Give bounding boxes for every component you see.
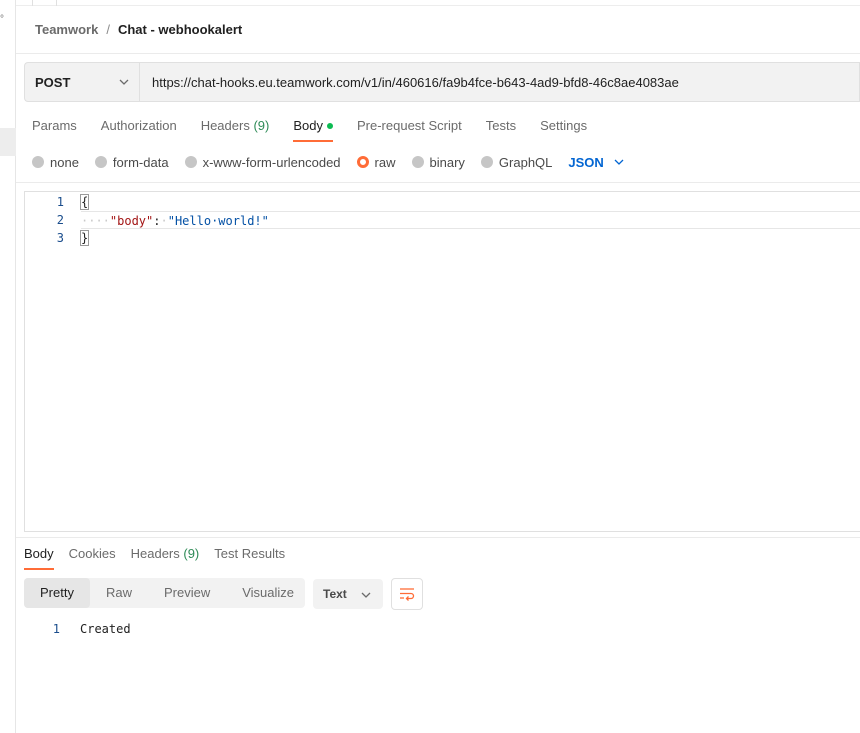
divider (16, 537, 860, 538)
method-label: POST (35, 74, 71, 90)
option-label: GraphQL (498, 154, 553, 170)
line-number: 3 (56, 231, 64, 245)
tab-divider (56, 0, 57, 6)
response-text: Created (80, 622, 131, 636)
tab-divider (32, 0, 33, 6)
chevron-down-icon (119, 79, 129, 85)
tab-prerequest-script[interactable]: Pre-request Script (357, 116, 462, 142)
body-modified-dot-icon (326, 122, 333, 129)
json-key: "body" (109, 214, 154, 228)
tab-label: Cookies (68, 546, 116, 561)
tab-tests[interactable]: Tests (486, 116, 516, 142)
tab-params[interactable]: Params (32, 116, 77, 142)
tab-label: Params (32, 118, 77, 133)
tab-label: Authorization (100, 118, 177, 133)
headers-count: (9) (253, 118, 270, 133)
request-name[interactable]: Chat - webhookalert (118, 22, 242, 37)
radio-icon (480, 156, 493, 168)
line-number: 1 (56, 195, 64, 209)
line-gutter: 1 2 3 (25, 193, 69, 247)
tab-strip (16, 0, 860, 6)
rail-collapse-icon[interactable]: ° (0, 14, 4, 25)
radio-checked-icon (356, 156, 369, 168)
view-visualize-button[interactable]: Visualize (226, 578, 310, 608)
breadcrumb-separator: / (106, 21, 110, 37)
open-brace: { (79, 194, 90, 210)
body-editor[interactable]: 1 2 3 { ····"body":·"Hello·world!" } (24, 191, 860, 532)
radio-icon (184, 156, 197, 168)
json-value: "Hello·world!" (167, 214, 269, 228)
tab-label: Pre-request Script (356, 118, 462, 133)
radio-icon (94, 156, 107, 168)
response-view-toggle: Pretty Raw Preview Visualize (24, 578, 305, 608)
wrap-lines-button[interactable] (391, 578, 423, 610)
json-colon: : (153, 214, 161, 228)
response-tab-test-results[interactable]: Test Results (214, 544, 285, 570)
body-type-graphql[interactable]: GraphQL (480, 154, 553, 170)
tab-headers[interactable]: Headers (9) (201, 116, 270, 142)
tab-label: Tests (485, 118, 517, 133)
method-select[interactable]: POST (24, 62, 139, 102)
divider (16, 53, 860, 54)
code-line: ····"body":·"Hello·world!" (81, 211, 860, 229)
request-tabs: Params Authorization Headers (9) Body Pr… (32, 116, 611, 142)
body-type-raw[interactable]: raw (356, 154, 396, 170)
tab-label: Settings (540, 118, 588, 133)
close-brace: } (79, 230, 90, 246)
headers-count: (9) (183, 546, 200, 561)
response-body[interactable]: 1 Created (24, 620, 131, 638)
url-input[interactable]: https://chat-hooks.eu.teamwork.com/v1/in… (139, 62, 860, 102)
url-bar: POST https://chat-hooks.eu.teamwork.com/… (24, 62, 860, 102)
tab-label: Headers (130, 546, 180, 561)
response-tab-cookies[interactable]: Cookies (69, 544, 116, 570)
radio-icon (411, 156, 424, 168)
left-rail: ° (0, 0, 16, 733)
option-label: form-data (112, 154, 169, 170)
divider (16, 182, 860, 183)
line-number: 2 (56, 213, 64, 227)
indent-whitespace: ···· (81, 214, 110, 228)
code-area[interactable]: { ····"body":·"Hello·world!" } (79, 193, 860, 247)
response-format-select[interactable]: Text (313, 579, 383, 609)
breadcrumb: Teamwork / Chat - webhookalert (35, 20, 242, 38)
option-label: raw (374, 154, 396, 170)
tab-label: Test Results (214, 546, 286, 561)
option-label: none (50, 154, 79, 170)
wrap-lines-icon (400, 588, 415, 601)
body-type-options: none form-data x-www-form-urlencoded raw… (32, 152, 624, 172)
breadcrumb-parent[interactable]: Teamwork (35, 22, 98, 37)
language-select[interactable]: JSON (568, 154, 624, 170)
body-type-binary[interactable]: binary (411, 154, 465, 170)
tab-label: Headers (200, 118, 250, 133)
view-preview-button[interactable]: Preview (148, 578, 226, 608)
code-line: } (79, 229, 860, 247)
language-label: JSON (568, 154, 604, 170)
tab-label: Body (293, 118, 323, 133)
tab-authorization[interactable]: Authorization (101, 116, 177, 142)
chevron-down-icon (614, 159, 624, 165)
option-label: x-www-form-urlencoded (202, 154, 341, 170)
view-pretty-button[interactable]: Pretty (24, 578, 90, 608)
rail-active-item[interactable] (0, 128, 16, 156)
option-label: binary (429, 154, 465, 170)
format-label: Text (323, 587, 347, 601)
body-type-form-data[interactable]: form-data (94, 154, 169, 170)
tab-body[interactable]: Body (293, 116, 333, 142)
space-whitespace: · (160, 214, 168, 228)
response-tab-body[interactable]: Body (24, 544, 54, 570)
tab-settings[interactable]: Settings (540, 116, 587, 142)
tab-label: Body (24, 546, 54, 561)
response-line: 1 Created (24, 620, 131, 638)
response-tabs: Body Cookies Headers (9) Test Results (24, 544, 300, 570)
body-type-urlencoded[interactable]: x-www-form-urlencoded (184, 154, 341, 170)
line-number: 1 (52, 622, 60, 636)
code-line: { (79, 193, 860, 211)
radio-icon (32, 156, 44, 168)
chevron-down-icon (361, 592, 371, 598)
body-type-none[interactable]: none (32, 155, 79, 170)
view-raw-button[interactable]: Raw (90, 578, 148, 608)
response-tab-headers[interactable]: Headers (9) (131, 544, 200, 570)
